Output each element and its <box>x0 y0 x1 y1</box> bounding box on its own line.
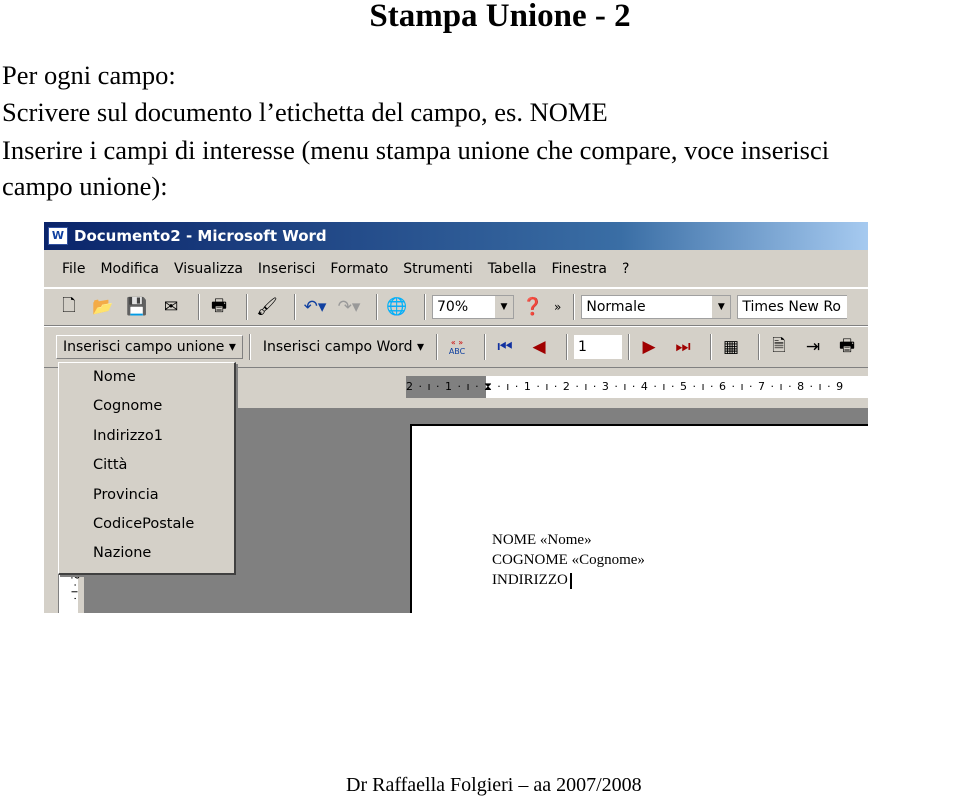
abc-label: ABC <box>448 347 466 356</box>
undo-icon[interactable]: ↶▾ <box>302 295 328 319</box>
doc-line-text: INDIRIZZO <box>492 572 568 588</box>
merge-field-nome[interactable]: Nome <box>59 363 234 392</box>
previous-record-icon[interactable]: ◀ <box>526 335 552 359</box>
menu-tabella[interactable]: Tabella <box>488 261 537 277</box>
record-value: 1 <box>578 339 587 355</box>
doc-line: INDIRIZZO <box>492 570 645 590</box>
help-icon[interactable]: ❓ <box>520 295 546 319</box>
menu-inserisci[interactable]: Inserisci <box>258 261 315 277</box>
menu-file[interactable]: File <box>62 261 85 277</box>
style-value: Normale <box>586 299 646 315</box>
open-folder-icon[interactable]: 📂 <box>90 295 116 319</box>
print-icon[interactable]: 🖶 <box>206 295 232 319</box>
merge-field-nazione[interactable]: Nazione <box>59 539 234 568</box>
chevron-down-icon[interactable]: ▼ <box>712 296 731 318</box>
more-buttons-icon[interactable]: » <box>554 300 561 314</box>
format-painter-icon[interactable]: 🖌 <box>254 295 280 319</box>
vertical-ruler-ticks: 2 · ı · <box>68 572 82 601</box>
slide-line: campo unione): <box>2 171 168 201</box>
email-icon[interactable]: ✉ <box>158 295 184 319</box>
menu-modifica[interactable]: Modifica <box>100 261 159 277</box>
document-text[interactable]: NOME «Nome» COGNOME «Cognome» INDIRIZZO <box>492 530 645 590</box>
chevron-down-icon[interactable]: ▼ <box>495 296 513 318</box>
slide-footer: Dr Raffaella Folgieri – aa 2007/2008 <box>346 774 642 796</box>
slide-line: Per ogni campo: <box>2 60 176 90</box>
word-app-icon[interactable]: W <box>48 227 68 245</box>
merge-field-provincia[interactable]: Provincia <box>59 481 234 510</box>
mail-merge-helper-icon[interactable]: ▦ <box>718 335 744 359</box>
menu-bar: File Modifica Visualizza Inserisci Forma… <box>44 250 868 288</box>
font-value: Times New Ro <box>742 299 841 315</box>
last-record-icon[interactable]: ⏭ <box>670 335 696 359</box>
ruler-ticks: 2 · ı · 1 · ı · ⧗ · ı · 1 · ı · 2 · ı · … <box>406 380 845 393</box>
merge-field-indirizzo1[interactable]: Indirizzo1 <box>59 422 234 451</box>
insert-merge-field-button[interactable]: Inserisci campo unione ▾ <box>56 335 243 359</box>
standard-toolbar: 🗋 📂 💾 ✉ 🖶 🖌 ↶▾ ↷▾ 🌐 70% ▼ ❓ » Normale ▼ Ti… <box>44 288 868 326</box>
menu-formato[interactable]: Formato <box>330 261 388 277</box>
redo-icon[interactable]: ↷▾ <box>336 295 362 319</box>
doc-line: NOME «Nome» <box>492 532 592 548</box>
slide-line: Scrivere sul documento l’etichetta del c… <box>2 97 608 127</box>
slide-line: Inserire i campi di interesse (menu stam… <box>2 135 830 165</box>
style-select[interactable]: Normale ▼ <box>581 295 732 319</box>
text-caret <box>569 572 572 589</box>
zoom-value: 70% <box>437 299 469 315</box>
save-icon[interactable]: 💾 <box>124 295 150 319</box>
font-select[interactable]: Times New Ro <box>737 295 848 319</box>
new-document-icon[interactable]: 🗋 <box>56 295 82 319</box>
menu-visualizza[interactable]: Visualizza <box>174 261 243 277</box>
menu-help[interactable]: ? <box>622 261 629 277</box>
insert-merge-field-label: Inserisci campo unione <box>63 339 225 355</box>
insert-word-field-label: Inserisci campo Word <box>262 339 413 355</box>
slide-title: Stampa Unione - 2 <box>369 0 631 34</box>
merge-field-citta[interactable]: Città <box>59 451 234 480</box>
document-page[interactable]: NOME «Nome» COGNOME «Cognome» INDIRIZZO <box>410 424 868 613</box>
view-merged-data-icon[interactable]: « » ABC <box>444 335 470 359</box>
doc-line: COGNOME «Cognome» <box>492 552 645 568</box>
next-record-icon[interactable]: ▶ <box>636 335 662 359</box>
merge-field-dropdown: Nome Cognome Indirizzo1 Città Provincia … <box>58 362 236 575</box>
merge-field-cognome[interactable]: Cognome <box>59 392 234 421</box>
first-record-icon[interactable]: ⏮ <box>492 335 518 359</box>
merge-to-document-icon[interactable]: ⇥ <box>800 335 826 359</box>
word-window: Documento2 - Microsoft Word W File Modif… <box>44 222 868 613</box>
web-globe-icon[interactable]: 🌐 <box>384 295 410 319</box>
horizontal-ruler[interactable]: 2 · ı · 1 · ı · ⧗ · ı · 1 · ı · 2 · ı · … <box>406 376 868 398</box>
menu-finestra[interactable]: Finestra <box>551 261 607 277</box>
merge-field-codicepostale[interactable]: CodicePostale <box>59 510 234 539</box>
insert-word-field-button[interactable]: Inserisci campo Word ▾ <box>257 336 430 358</box>
check-errors-icon[interactable]: 🗎 <box>766 335 792 359</box>
merge-to-printer-icon[interactable]: 🖶 <box>834 335 860 359</box>
menu-strumenti[interactable]: Strumenti <box>403 261 473 277</box>
record-number-input[interactable]: 1 <box>574 335 623 359</box>
zoom-select[interactable]: 70% ▼ <box>432 295 514 319</box>
title-bar: Documento2 - Microsoft Word <box>44 222 868 250</box>
